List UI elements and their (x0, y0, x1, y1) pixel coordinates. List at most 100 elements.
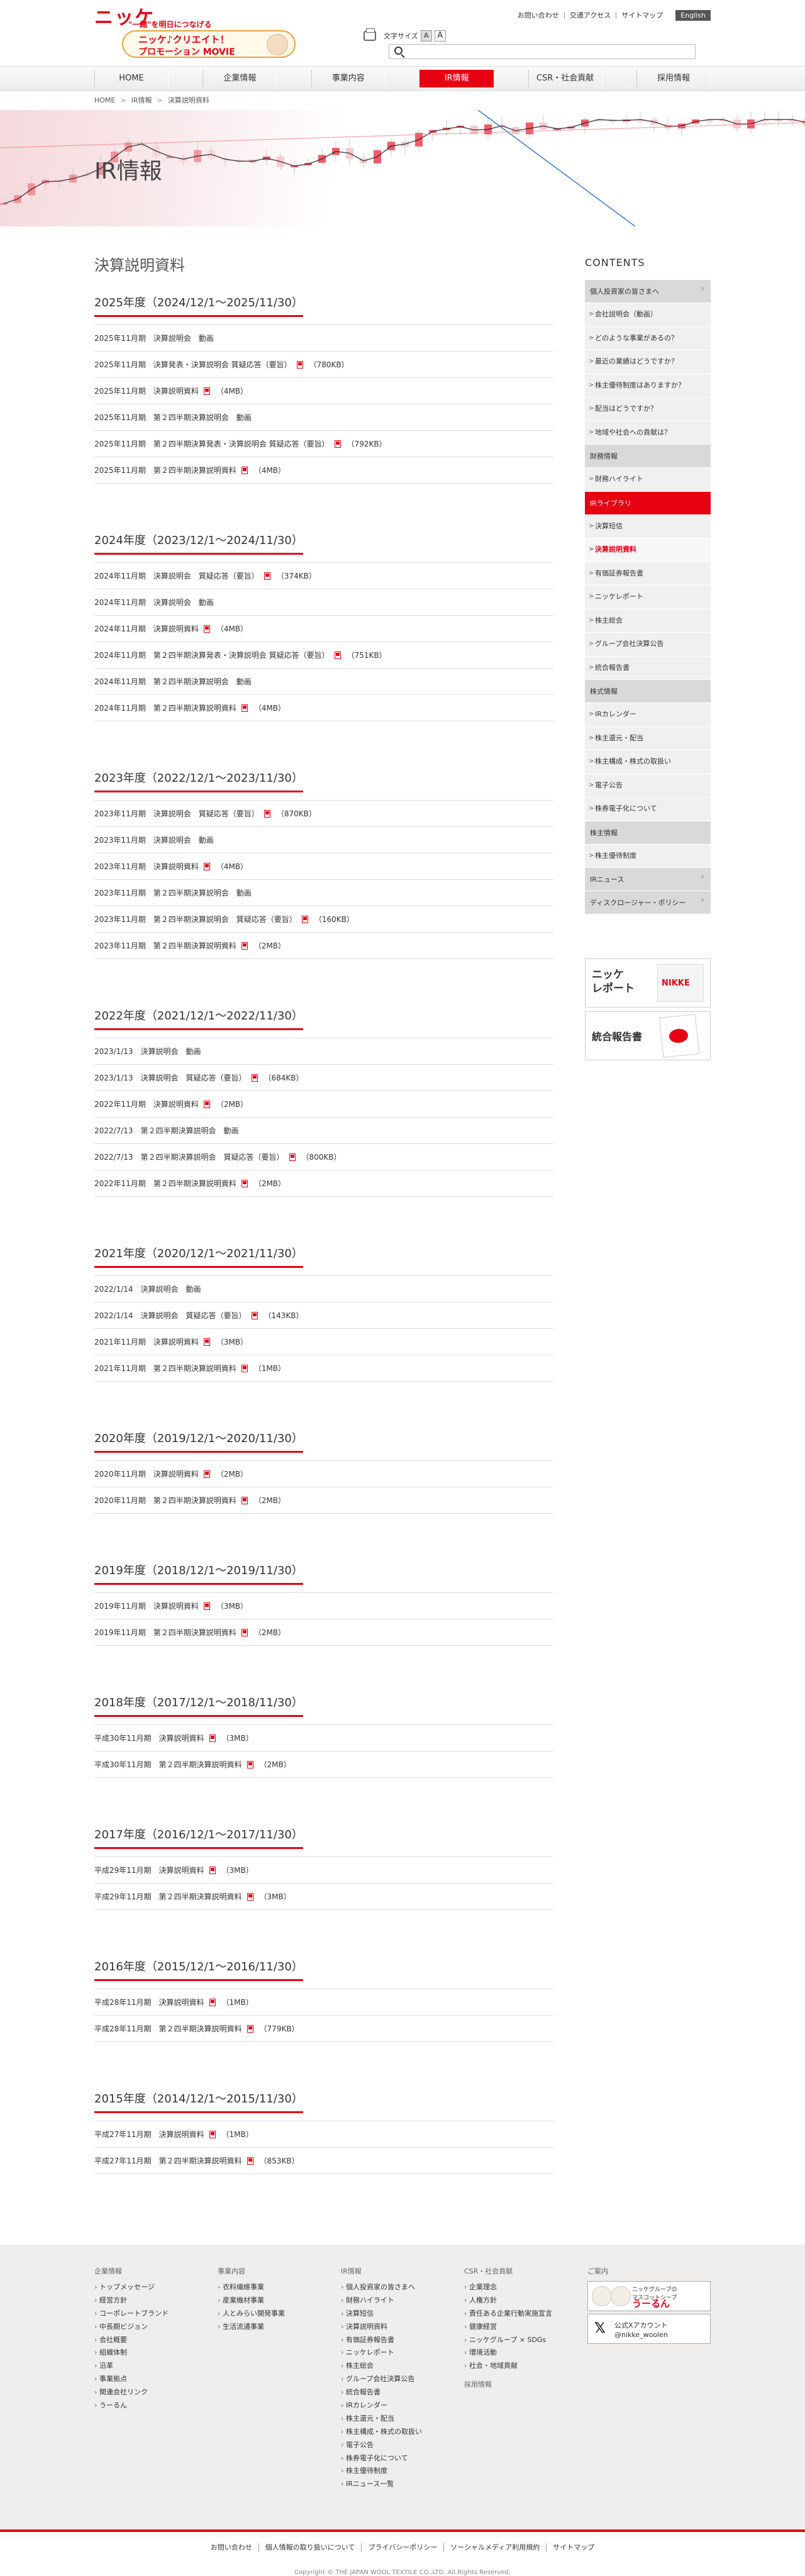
sidebar-item[interactable]: ニッケレポート (585, 586, 711, 609)
document-item[interactable]: 平成27年11月期 第２四半期決算説明資料 （853KB） (94, 2148, 553, 2174)
breadcrumb-ir[interactable]: IR情報 (131, 96, 152, 104)
sidebar-category[interactable]: 株式情報 (585, 680, 711, 703)
sidebar-category[interactable]: ディスクロージャー・ポリシー (585, 891, 711, 914)
document-link[interactable]: 2023年11月期 第２四半期決算説明会 動画 (94, 889, 252, 897)
document-link[interactable]: 2020年11月期 決算説明資料 (94, 1470, 199, 1479)
document-link[interactable]: 2022/1/14 決算説明会 動画 (94, 1285, 201, 1294)
sidebar-item[interactable]: 株主還元・配当 (585, 726, 711, 750)
gnav-ir[interactable]: IR情報 (419, 70, 494, 87)
footer-link[interactable]: 関連会社リンク (94, 2386, 218, 2399)
document-item[interactable]: 2023/1/13 決算説明会 動画 (94, 1038, 553, 1065)
footer-privacy-link[interactable]: プライバシーポリシー (361, 2543, 444, 2551)
gnav-company[interactable]: 企業情報 (203, 70, 277, 87)
sidebar-item[interactable]: 株券電子化について (585, 797, 711, 821)
footer-col-title[interactable]: 事業内容 (218, 2266, 341, 2276)
document-link[interactable]: 平成30年11月期 第２四半期決算説明資料 (94, 1760, 242, 1769)
document-item[interactable]: 2025年11月期 第２四半期決算説明資料 （4MB） (94, 457, 553, 484)
footer-link[interactable]: 株主還元・配当 (341, 2412, 464, 2426)
footer-link[interactable]: 事業拠点 (94, 2373, 218, 2386)
footer-col-title[interactable]: CSR・社会貢献 (464, 2266, 587, 2276)
search-input[interactable] (389, 44, 696, 59)
integrated-report-banner[interactable]: 統合報告書 (585, 1011, 711, 1060)
sidebar-item[interactable]: どのような事業があるの？ (585, 326, 711, 350)
gnav-csr[interactable]: CSR・社会貢献 (528, 70, 602, 87)
document-item[interactable]: 2019年11月期 第２四半期決算説明資料 （2MB） (94, 1619, 553, 1646)
document-item[interactable]: 2020年11月期 第２四半期決算説明資料 （2MB） (94, 1487, 553, 1514)
document-item[interactable]: 2022/1/14 決算説明会 動画 (94, 1276, 553, 1302)
english-button[interactable]: English (675, 10, 711, 21)
promo-movie-banner[interactable]: "一緒"を明日につなげる ニッケ♪クリエイト！ プロモーション MOVIE (122, 19, 296, 58)
document-link[interactable]: 2023年11月期 第２四半期決算説明会 質疑応答（要旨） (94, 915, 297, 924)
sidebar-item[interactable]: 配当はどうですか？ (585, 397, 711, 421)
document-item[interactable]: 2023年11月期 第２四半期決算説明会 動画 (94, 880, 553, 906)
document-link[interactable]: 2022年11月期 第２四半期決算説明資料 (94, 1179, 236, 1188)
footer-link[interactable]: 会社概要 (94, 2334, 218, 2347)
document-link[interactable]: 2023年11月期 第２四半期決算説明資料 (94, 941, 236, 950)
fontsize-normal-button[interactable]: A (420, 30, 432, 42)
sidebar-item[interactable]: 有価証券報告書 (585, 562, 711, 586)
footer-link[interactable]: 株主構成・株式の取扱い (341, 2426, 464, 2439)
document-link[interactable]: 2023年11月期 決算説明会 質疑応答（要旨） (94, 809, 259, 818)
document-link[interactable]: 2024年11月期 決算説明会 質疑応答（要旨） (94, 572, 259, 580)
footer-link[interactable]: 生活流通事業 (218, 2321, 341, 2334)
document-item[interactable]: 2022/1/14 決算説明会 質疑応答（要旨） （143KB） (94, 1302, 553, 1329)
footer-link[interactable]: 社会・地域貢献 (464, 2360, 587, 2373)
footer-link[interactable]: コーポレートブランド (94, 2307, 218, 2321)
document-item[interactable]: 2025年11月期 第２四半期決算発表・決算説明会 質疑応答（要旨） （792KB… (94, 431, 553, 457)
document-link[interactable]: 平成28年11月期 決算説明資料 (94, 1998, 204, 2007)
footer-link[interactable]: 人権方針 (464, 2294, 587, 2307)
breadcrumb-home[interactable]: HOME (94, 96, 115, 104)
footer-contact-link[interactable]: お問い合わせ (204, 2543, 258, 2551)
document-item[interactable]: 2024年11月期 決算説明会 動画 (94, 589, 553, 616)
document-item[interactable]: 2022/7/13 第２四半期決算説明会 質疑応答（要旨） （800KB） (94, 1144, 553, 1170)
footer-social-media-policy-link[interactable]: ソーシャルメディア利用規約 (443, 2543, 547, 2551)
document-link[interactable]: 2024年11月期 決算説明会 動画 (94, 598, 214, 607)
fontsize-large-button[interactable]: A (434, 30, 446, 42)
access-link[interactable]: 交通アクセス (564, 12, 616, 19)
document-item[interactable]: 平成29年11月期 第２四半期決算説明資料 （3MB） (94, 1884, 553, 1910)
document-link[interactable]: 2021年11月期 決算説明資料 (94, 1338, 199, 1346)
document-link[interactable]: 2024年11月期 第２四半期決算発表・決算説明会 質疑応答（要旨） (94, 651, 330, 660)
mascot-banner[interactable]: ニッケグループの マスコットシープ うーるん (587, 2281, 711, 2311)
document-item[interactable]: 2023年11月期 第２四半期決算説明会 質疑応答（要旨） （160KB） (94, 906, 553, 933)
document-item[interactable]: 2021年11月期 決算説明資料 （3MB） (94, 1329, 553, 1355)
printer-icon[interactable] (364, 28, 376, 41)
sidebar-item[interactable]: 株主構成・株式の取扱い (585, 750, 711, 774)
footer-link[interactable]: 株主優待制度 (341, 2465, 464, 2478)
document-link[interactable]: 2022/1/14 決算説明会 質疑応答（要旨） (94, 1311, 247, 1320)
sidebar-item[interactable]: 決算短信 (585, 514, 711, 538)
footer-link[interactable]: 責任ある企業行動実施宣言 (464, 2307, 587, 2321)
sidebar-item[interactable]: 電子公告 (585, 774, 711, 797)
document-link[interactable]: 2023年11月期 決算説明会 動画 (94, 836, 214, 845)
document-link[interactable]: 2025年11月期 決算発表・決算説明会 質疑応答（要旨） (94, 360, 292, 369)
gnav-business[interactable]: 事業内容 (311, 70, 386, 87)
footer-link[interactable]: 健康経営 (464, 2321, 587, 2334)
footer-link[interactable]: 組織体制 (94, 2346, 218, 2360)
document-link[interactable]: 平成29年11月期 決算説明資料 (94, 1866, 204, 1875)
footer-link[interactable]: IRカレンダー (341, 2399, 464, 2412)
document-item[interactable]: 2024年11月期 決算説明会 質疑応答（要旨） （374KB） (94, 563, 553, 589)
document-link[interactable]: 2023/1/13 決算説明会 質疑応答（要旨） (94, 1074, 247, 1082)
sidebar-item[interactable]: 株主総会 (585, 609, 711, 633)
document-item[interactable]: 2025年11月期 決算説明資料 （4MB） (94, 378, 553, 404)
gnav-home[interactable]: HOME (94, 70, 169, 87)
sidebar-item[interactable]: グループ会社決算公告 (585, 633, 711, 657)
document-link[interactable]: 2025年11月期 決算説明会 動画 (94, 334, 214, 343)
footer-link[interactable]: 環境活動 (464, 2346, 587, 2360)
footer-link[interactable]: 個人投資家の皆さまへ (341, 2281, 464, 2294)
footer-link[interactable]: 経営方針 (94, 2294, 218, 2307)
footer-recruit-title[interactable]: 採用情報 (464, 2379, 587, 2389)
document-item[interactable]: 2024年11月期 第２四半期決算説明資料 （4MB） (94, 695, 553, 721)
footer-link[interactable]: 衣料繊維事業 (218, 2281, 341, 2294)
document-item[interactable]: 平成30年11月期 決算説明資料 （3MB） (94, 1725, 553, 1752)
footer-link[interactable]: 中長期ビジョン (94, 2321, 218, 2334)
footer-link[interactable]: 産業機材事業 (218, 2294, 341, 2307)
document-link[interactable]: 2020年11月期 第２四半期決算説明資料 (94, 1496, 236, 1505)
document-item[interactable]: 2023年11月期 第２四半期決算説明資料 （2MB） (94, 933, 553, 959)
document-item[interactable]: 2023年11月期 決算説明会 質疑応答（要旨） （870KB） (94, 801, 553, 827)
footer-link[interactable]: 沿革 (94, 2360, 218, 2373)
document-link[interactable]: 2022/7/13 第２四半期決算説明会 動画 (94, 1126, 239, 1135)
search-icon[interactable] (394, 47, 402, 55)
footer-link[interactable]: ニッケレポート (341, 2346, 464, 2360)
footer-link[interactable]: 財務ハイライト (341, 2294, 464, 2307)
